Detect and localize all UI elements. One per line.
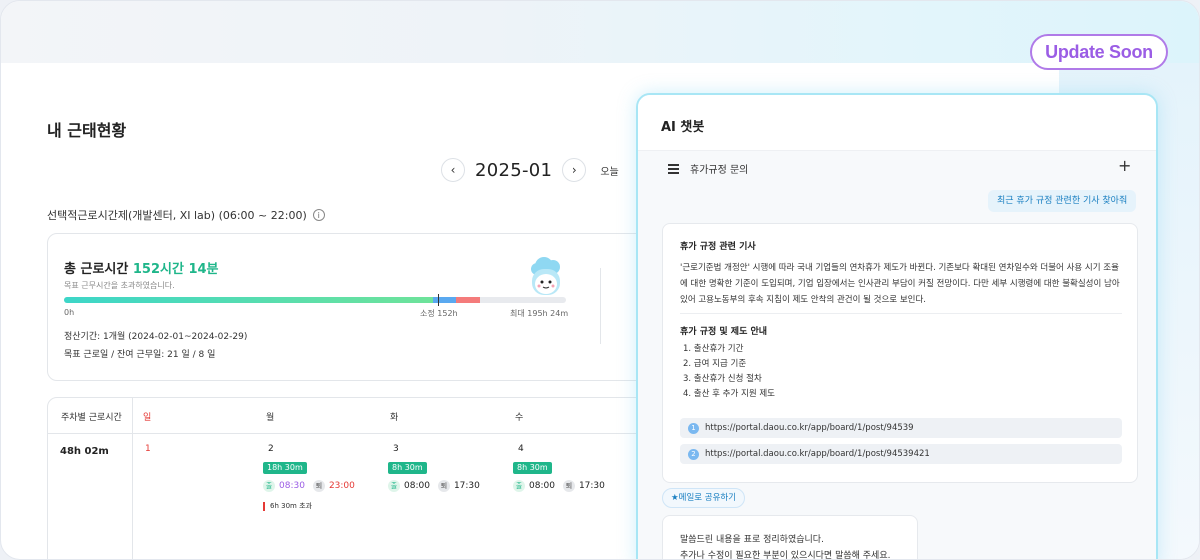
answer-heading-guide: 휴가 규정 및 제도 안내 bbox=[680, 327, 768, 337]
month-label: 2025-01 bbox=[475, 159, 553, 181]
date-sun[interactable]: 1 bbox=[145, 444, 151, 454]
link-url[interactable]: https://portal.daou.co.kr/app/board/1/po… bbox=[705, 449, 930, 459]
week-column-header: 주차별 근로시간 bbox=[61, 413, 122, 423]
in-out-row: 출 08:00 퇴 17:30 bbox=[388, 480, 488, 492]
mascot-icon bbox=[531, 257, 560, 295]
check-in-icon: 출 bbox=[388, 480, 400, 492]
top-band bbox=[1, 1, 1199, 63]
chatbot-header: AI 챗봇 bbox=[638, 95, 1156, 151]
check-in-time: 08:00 bbox=[404, 481, 430, 491]
day-header-mon: 월 bbox=[266, 413, 275, 423]
hours-badge: 18h 30m bbox=[263, 462, 307, 474]
date-tue[interactable]: 3 bbox=[393, 444, 399, 454]
card-divider bbox=[600, 268, 601, 344]
list-item: 4. 출산 후 추가 지원 제도 bbox=[683, 389, 776, 399]
chatbot-title: AI 챗봇 bbox=[661, 120, 705, 135]
hours-progress-bar bbox=[64, 297, 566, 303]
week-total: 48h 02m bbox=[60, 446, 109, 457]
list-item: 2. 급여 지급 기준 bbox=[683, 359, 747, 369]
new-chat-plus-icon[interactable]: + bbox=[1118, 156, 1131, 175]
answer-paragraph: '근로기준법 개정안' 시행에 따라 국내 기업들의 연차휴가 제도가 바뀐다.… bbox=[680, 263, 1120, 305]
link-number-icon: 2 bbox=[688, 448, 699, 460]
answer-list: 1. 출산휴가 기간 2. 급여 지급 기준 3. 출산휴가 신청 절차 4. … bbox=[683, 342, 775, 402]
check-in-time: 08:30 bbox=[279, 481, 305, 491]
overtime-segment bbox=[456, 297, 480, 303]
in-out-row: 출 08:30 퇴 23:00 bbox=[263, 480, 363, 492]
chevron-right-icon[interactable]: › bbox=[562, 158, 587, 182]
reply-line: 말씀드린 내용을 표로 정리하였습니다. bbox=[680, 535, 824, 545]
overtime-text: 6h 30m 초과 bbox=[270, 502, 312, 510]
bar-start-label: 0h bbox=[64, 308, 75, 317]
reference-link-1[interactable]: 1 https://portal.daou.co.kr/app/board/1/… bbox=[680, 418, 1122, 438]
check-out-time: 17:30 bbox=[453, 481, 480, 491]
check-out-icon: 퇴 bbox=[437, 480, 450, 492]
hours-badge: 8h 30m bbox=[513, 462, 552, 474]
date-mon[interactable]: 2 bbox=[268, 444, 274, 454]
today-button[interactable]: 오늘 bbox=[600, 163, 618, 178]
regular-segment bbox=[433, 297, 456, 303]
page-title: 내 근태현황 bbox=[47, 121, 127, 140]
table-header: 주차별 근로시간 일 월 화 수 bbox=[48, 398, 648, 434]
info-icon[interactable]: i bbox=[312, 209, 325, 221]
target-note: 목표 근무시간을 초과하였습니다. bbox=[64, 281, 175, 290]
regular-hours-marker bbox=[438, 294, 439, 306]
app-frame: Update Soon 내 근태현황 ‹ 2025-01 › 오늘 선택적근로시… bbox=[0, 0, 1200, 560]
check-out-icon: 퇴 bbox=[562, 480, 575, 492]
answer-card: 휴가 규정 관련 기사 '근로기준법 개정안' 시행에 따라 국내 기업들의 연… bbox=[662, 223, 1138, 483]
bar-regular-label: 소정 152h bbox=[420, 309, 458, 318]
link-number-icon: 1 bbox=[688, 422, 699, 434]
list-item: 3. 출산휴가 신청 절차 bbox=[683, 374, 762, 384]
bot-reply: 말씀드린 내용을 표로 정리하였습니다. 추가나 수정이 필요한 부분이 있으시… bbox=[662, 515, 918, 560]
overtime-note: 6h 30m 초과 bbox=[263, 501, 312, 511]
total-hours-label: 총 근로시간 bbox=[64, 262, 129, 277]
thread-title: 휴가규정 문의 bbox=[690, 165, 749, 176]
check-out-time: 23:00 bbox=[328, 481, 355, 491]
check-out-icon: 퇴 bbox=[312, 480, 325, 492]
date-wed[interactable]: 4 bbox=[518, 444, 524, 454]
summary-card: 총 근로시간 152시간 14분 목표 근무시간을 초과하였습니다. 0h 소정… bbox=[47, 233, 647, 381]
worked-segment bbox=[64, 297, 433, 303]
menu-icon[interactable] bbox=[668, 164, 679, 174]
list-item: 1. 출산휴가 기간 bbox=[683, 344, 744, 354]
day-header-wed: 수 bbox=[515, 413, 524, 423]
month-navigator: ‹ 2025-01 › 오늘 bbox=[441, 158, 619, 182]
bar-max-label: 최대 195h 24m bbox=[510, 309, 569, 318]
reply-line: 추가나 수정이 필요한 부분이 있으시다면 말씀해 주세요. bbox=[680, 551, 891, 560]
check-in-time: 08:00 bbox=[529, 481, 555, 491]
day-header-tue: 화 bbox=[390, 413, 399, 423]
in-out-row: 출 08:00 퇴 17:30 bbox=[513, 480, 613, 492]
thread-row: 휴가규정 문의 bbox=[668, 161, 748, 176]
update-soon-badge: Update Soon bbox=[1030, 34, 1168, 70]
check-in-icon: 출 bbox=[263, 480, 275, 492]
chevron-left-icon[interactable]: ‹ bbox=[441, 158, 465, 182]
day-header-sun: 일 bbox=[143, 413, 152, 423]
target-days: 목표 근로일 / 잔여 근무일: 21 일 / 8 일 bbox=[64, 350, 216, 360]
total-hours: 총 근로시간 152시간 14분 bbox=[64, 258, 219, 277]
total-hours-value: 152시간 14분 bbox=[132, 262, 219, 277]
link-url[interactable]: https://portal.daou.co.kr/app/board/1/po… bbox=[705, 423, 914, 433]
user-message: 최근 휴가 규정 관련한 기사 찾아줘 bbox=[988, 190, 1137, 212]
check-in-icon: 출 bbox=[513, 480, 525, 492]
work-rule-text: 선택적근로시간제(개발센터, XI lab) (06:00 ~ 22:00) bbox=[47, 209, 307, 222]
settlement-period: 정산기간: 1개월 (2024-02-01~2024-02-29) bbox=[64, 332, 248, 342]
answer-heading-articles: 휴가 규정 관련 기사 bbox=[680, 242, 756, 252]
hours-badge: 8h 30m bbox=[388, 462, 427, 474]
bot-reply-text: 말씀드린 내용을 표로 정리하였습니다. 추가나 수정이 필요한 부분이 있으시… bbox=[680, 532, 891, 560]
ai-chatbot-panel: AI 챗봇 휴가규정 문의 + 최근 휴가 규정 관련한 기사 찾아줘 휴가 규… bbox=[636, 93, 1158, 560]
answer-divider bbox=[680, 313, 1122, 314]
work-rule: 선택적근로시간제(개발센터, XI lab) (06:00 ~ 22:00) i bbox=[47, 207, 325, 223]
share-by-email-button[interactable]: ★메일로 공유하기 bbox=[662, 488, 746, 508]
overtime-indicator bbox=[263, 501, 265, 511]
check-out-time: 17:30 bbox=[578, 481, 605, 491]
reference-link-2[interactable]: 2 https://portal.daou.co.kr/app/board/1/… bbox=[680, 444, 1122, 464]
weekly-table: 주차별 근로시간 일 월 화 수 48h 02m 1 2 18h 30m 출 0… bbox=[47, 397, 648, 559]
column-divider bbox=[132, 398, 133, 559]
